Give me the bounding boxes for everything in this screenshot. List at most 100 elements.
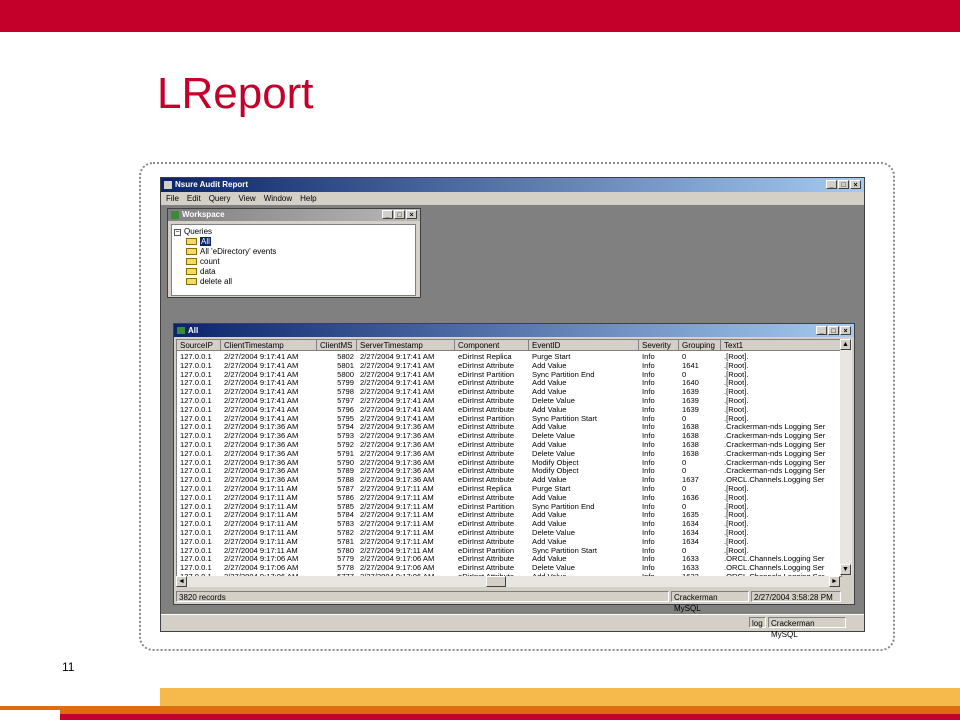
table-cell[interactable]: 127.0.0.1 <box>177 431 221 440</box>
table-cell[interactable]: .[Root]. <box>721 405 841 414</box>
table-cell[interactable]: 127.0.0.1 <box>177 484 221 493</box>
menu-item-help[interactable]: Help <box>300 192 316 205</box>
column-header[interactable]: EventID <box>529 340 639 351</box>
table-cell[interactable]: eDirInst Partition <box>455 370 529 379</box>
table-cell[interactable]: 5792 <box>317 440 357 449</box>
table-cell[interactable]: Info <box>639 546 679 555</box>
query-item[interactable]: All <box>186 237 211 247</box>
table-cell[interactable]: 5784 <box>317 510 357 519</box>
table-cell[interactable]: Info <box>639 484 679 493</box>
table-cell[interactable]: Add Value <box>529 537 639 546</box>
table-cell[interactable]: eDirInst Attribute <box>455 449 529 458</box>
table-cell[interactable]: eDirInst Attribute <box>455 554 529 563</box>
table-cell[interactable]: eDirInst Attribute <box>455 475 529 484</box>
column-header[interactable]: Severity <box>639 340 679 351</box>
table-cell[interactable]: 2/27/2004 9:17:11 AM <box>221 502 317 511</box>
table-cell[interactable]: eDirInst Partition <box>455 414 529 423</box>
scroll-down-icon[interactable]: ▼ <box>840 564 851 575</box>
close-button[interactable]: × <box>406 210 417 219</box>
query-item[interactable]: count <box>186 257 220 267</box>
table-cell[interactable]: 2/27/2004 9:17:36 AM <box>357 449 455 458</box>
table-cell[interactable]: 0 <box>679 458 721 467</box>
table-cell[interactable]: 127.0.0.1 <box>177 361 221 370</box>
column-header[interactable]: ServerTimestamp <box>357 340 455 351</box>
table-cell[interactable]: 2/27/2004 9:17:41 AM <box>357 352 455 361</box>
table-cell[interactable]: Delete Value <box>529 449 639 458</box>
table-cell[interactable]: Modify Object <box>529 466 639 475</box>
table-cell[interactable]: 2/27/2004 9:17:36 AM <box>221 458 317 467</box>
table-cell[interactable]: 127.0.0.1 <box>177 554 221 563</box>
table-cell[interactable]: 5781 <box>317 537 357 546</box>
table-cell[interactable]: .[Root]. <box>721 484 841 493</box>
table-cell[interactable]: Info <box>639 563 679 572</box>
table-cell[interactable]: eDirInst Partition <box>455 546 529 555</box>
maximize-button[interactable]: □ <box>828 326 839 335</box>
minimize-button[interactable]: _ <box>382 210 393 219</box>
table-cell[interactable]: Sync Partition End <box>529 370 639 379</box>
column-header[interactable]: Grouping <box>679 340 721 351</box>
menu-item-view[interactable]: View <box>238 192 255 205</box>
table-cell[interactable]: 2/27/2004 9:17:36 AM <box>221 431 317 440</box>
table-cell[interactable]: 2/27/2004 9:17:41 AM <box>221 361 317 370</box>
table-cell[interactable]: Info <box>639 493 679 502</box>
table-cell[interactable]: eDirInst Replica <box>455 484 529 493</box>
table-cell[interactable]: 2/27/2004 9:17:11 AM <box>221 546 317 555</box>
table-cell[interactable]: eDirInst Attribute <box>455 493 529 502</box>
table-cell[interactable]: Delete Value <box>529 528 639 537</box>
table-cell[interactable]: 127.0.0.1 <box>177 563 221 572</box>
table-cell[interactable]: 2/27/2004 9:17:41 AM <box>357 414 455 423</box>
table-cell[interactable]: 1636 <box>679 493 721 502</box>
table-cell[interactable]: 0 <box>679 370 721 379</box>
table-cell[interactable]: 2/27/2004 9:17:06 AM <box>357 563 455 572</box>
table-cell[interactable]: Sync Partition End <box>529 502 639 511</box>
table-cell[interactable]: 127.0.0.1 <box>177 528 221 537</box>
table-cell[interactable]: Delete Value <box>529 431 639 440</box>
query-item[interactable]: data <box>186 267 216 277</box>
table-cell[interactable]: 0 <box>679 502 721 511</box>
vertical-scrollbar[interactable]: ▲ ▼ <box>840 339 852 575</box>
table-cell[interactable]: 0 <box>679 414 721 423</box>
table-cell[interactable]: Info <box>639 422 679 431</box>
table-cell[interactable]: 127.0.0.1 <box>177 449 221 458</box>
column-header[interactable]: SourceIP <box>177 340 221 351</box>
table-cell[interactable]: 5799 <box>317 378 357 387</box>
table-cell[interactable]: 2/27/2004 9:17:11 AM <box>357 528 455 537</box>
table-cell[interactable]: .[Root]. <box>721 396 841 405</box>
table-cell[interactable]: .[Root]. <box>721 546 841 555</box>
table-cell[interactable]: 1635 <box>679 510 721 519</box>
table-cell[interactable]: Add Value <box>529 387 639 396</box>
table-cell[interactable]: .[Root]. <box>721 502 841 511</box>
table-cell[interactable]: .Crackerman-nds Logging Ser <box>721 466 841 475</box>
table-cell[interactable]: 2/27/2004 9:17:36 AM <box>221 440 317 449</box>
column-header[interactable]: Text1 <box>721 340 841 351</box>
table-cell[interactable]: .Crackerman-nds Logging Ser <box>721 431 841 440</box>
table-cell[interactable]: Info <box>639 414 679 423</box>
close-button[interactable]: × <box>850 180 861 189</box>
table-cell[interactable]: Add Value <box>529 493 639 502</box>
table-cell[interactable]: .[Root]. <box>721 537 841 546</box>
table-cell[interactable]: 5788 <box>317 475 357 484</box>
table-cell[interactable]: 5780 <box>317 546 357 555</box>
table-cell[interactable]: Info <box>639 466 679 475</box>
table-cell[interactable]: eDirInst Attribute <box>455 405 529 414</box>
table-cell[interactable]: 2/27/2004 9:17:06 AM <box>221 554 317 563</box>
table-cell[interactable]: Sync Partition Start <box>529 414 639 423</box>
table-cell[interactable]: 127.0.0.1 <box>177 510 221 519</box>
table-cell[interactable]: 2/27/2004 9:17:41 AM <box>357 361 455 370</box>
table-cell[interactable]: 127.0.0.1 <box>177 466 221 475</box>
table-cell[interactable]: .[Root]. <box>721 510 841 519</box>
menu-item-file[interactable]: File <box>166 192 179 205</box>
workspace-titlebar[interactable]: Workspace _ □ × <box>168 209 420 221</box>
scroll-up-icon[interactable]: ▲ <box>840 339 851 350</box>
table-cell[interactable]: Info <box>639 387 679 396</box>
table-cell[interactable]: 1637 <box>679 475 721 484</box>
table-cell[interactable]: 5796 <box>317 405 357 414</box>
table-cell[interactable]: Add Value <box>529 475 639 484</box>
table-cell[interactable]: .Crackerman-nds Logging Ser <box>721 422 841 431</box>
table-cell[interactable]: 1641 <box>679 361 721 370</box>
table-cell[interactable]: 127.0.0.1 <box>177 378 221 387</box>
table-cell[interactable]: 5787 <box>317 484 357 493</box>
tree-root[interactable]: − Queries <box>174 227 212 237</box>
table-cell[interactable]: Info <box>639 458 679 467</box>
table-cell[interactable]: 2/27/2004 9:17:41 AM <box>357 378 455 387</box>
